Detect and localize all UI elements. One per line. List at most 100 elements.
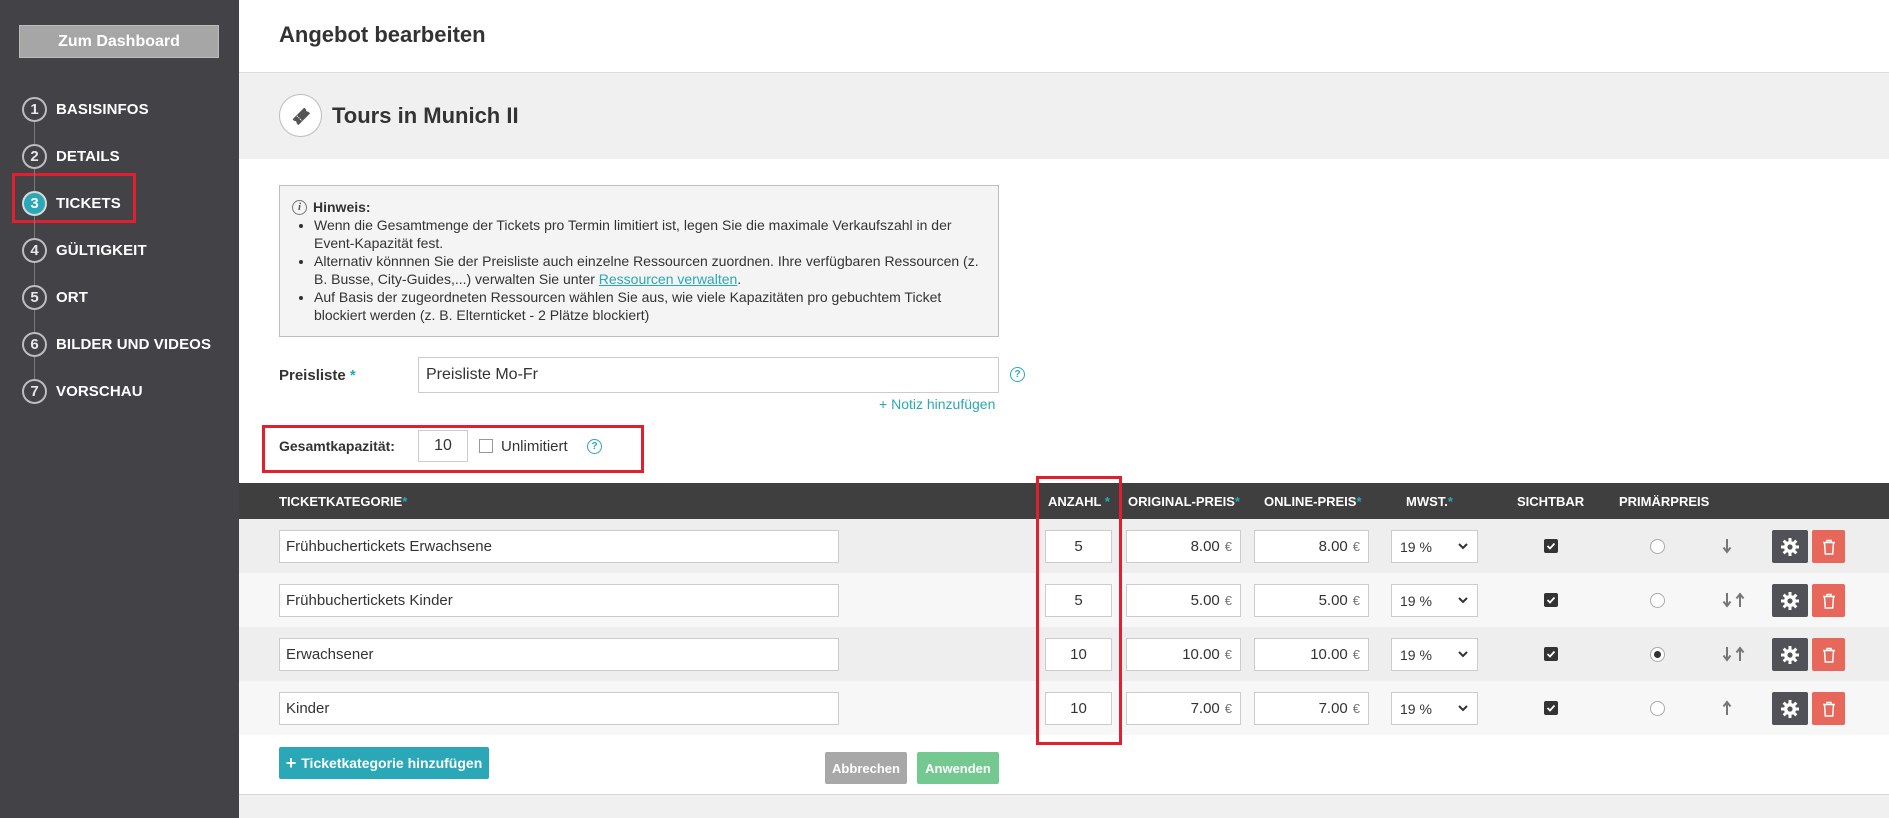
unlimited-label: Unlimitiert xyxy=(501,438,568,455)
required-mark: * xyxy=(1356,494,1362,509)
delete-button[interactable] xyxy=(1812,638,1845,671)
offer-heading: Tours in Munich II xyxy=(279,94,519,137)
price-value: 10.00 xyxy=(1310,646,1348,663)
category-input[interactable] xyxy=(279,692,839,725)
offer-title: Tours in Munich II xyxy=(332,102,519,128)
apply-button[interactable]: Anwenden xyxy=(917,752,999,784)
row-order-controls xyxy=(1722,587,1745,613)
primary-price-radio[interactable] xyxy=(1650,539,1665,554)
online-price-input[interactable]: 5.00 € xyxy=(1254,584,1369,617)
pricelist-input[interactable] xyxy=(418,357,999,393)
ressourcen-verwalten-link[interactable]: Ressourcen verwalten xyxy=(599,271,738,287)
online-price-input[interactable]: 8.00 € xyxy=(1254,530,1369,563)
header-text: ORIGINAL-PREIS xyxy=(1128,494,1235,509)
step-basisinfos[interactable]: 1 BASISINFOS xyxy=(0,86,239,133)
primary-price-radio[interactable] xyxy=(1650,701,1665,716)
add-ticket-category-button[interactable]: + Ticketkategorie hinzufügen xyxy=(279,747,489,779)
arrow-down-icon[interactable] xyxy=(1722,592,1732,608)
visible-checkbox[interactable] xyxy=(1544,593,1558,607)
delete-button[interactable] xyxy=(1812,584,1845,617)
help-icon[interactable]: ? xyxy=(587,439,602,454)
primary-price-radio[interactable] xyxy=(1650,647,1665,662)
step-vorschau[interactable]: 7 VORSCHAU xyxy=(0,368,239,415)
step-label: BASISINFOS xyxy=(56,101,149,118)
hint-text: . xyxy=(737,271,742,287)
online-price-input[interactable]: 10.00 € xyxy=(1254,638,1369,671)
step-ort[interactable]: 5 ORT xyxy=(0,274,239,321)
hint-item: Wenn die Gesamtmenge der Tickets pro Ter… xyxy=(314,216,986,252)
cancel-button[interactable]: Abbrechen xyxy=(825,752,907,784)
settings-button[interactable] xyxy=(1772,638,1808,671)
price-value: 5.00 xyxy=(1190,592,1220,609)
arrow-up-icon[interactable] xyxy=(1735,646,1745,662)
header-text: MWST. xyxy=(1406,494,1448,509)
step-number: 6 xyxy=(22,332,47,357)
hint-header: i Hinweis: xyxy=(292,198,986,216)
arrow-up-icon[interactable] xyxy=(1735,592,1745,608)
header-category: TICKETKATEGORIE* xyxy=(279,494,407,509)
required-mark: * xyxy=(1234,494,1240,509)
category-input[interactable] xyxy=(279,584,839,617)
gear-icon xyxy=(1781,645,1799,664)
vat-select[interactable]: 19 % xyxy=(1391,638,1478,671)
settings-button[interactable] xyxy=(1772,692,1808,725)
settings-button[interactable] xyxy=(1772,584,1808,617)
visible-checkbox[interactable] xyxy=(1544,647,1558,661)
step-number: 1 xyxy=(22,97,47,122)
settings-button[interactable] xyxy=(1772,530,1808,563)
currency-symbol: € xyxy=(1352,593,1360,608)
price-value: 8.00 xyxy=(1318,538,1348,555)
currency-symbol: € xyxy=(1352,647,1360,662)
add-note-link[interactable]: + Notiz hinzufügen xyxy=(879,396,995,412)
gear-icon xyxy=(1781,591,1799,610)
arrow-up-icon[interactable] xyxy=(1722,700,1732,716)
help-icon[interactable]: ? xyxy=(1010,367,1025,382)
dashboard-button[interactable]: Zum Dashboard xyxy=(19,25,219,58)
original-price-input[interactable]: 8.00 € xyxy=(1126,530,1241,563)
original-price-input[interactable]: 7.00 € xyxy=(1126,692,1241,725)
step-number: 3 xyxy=(22,191,47,216)
pricelist-label: Preisliste * xyxy=(279,367,356,384)
step-gueltigkeit[interactable]: 4 GÜLTIGKEIT xyxy=(0,227,239,274)
vat-select[interactable]: 19 % xyxy=(1391,584,1478,617)
hint-title: Hinweis: xyxy=(313,199,371,215)
vat-select[interactable]: 19 % xyxy=(1391,692,1478,725)
vat-value: 19 % xyxy=(1400,538,1432,555)
currency-symbol: € xyxy=(1224,539,1232,554)
capacity-input[interactable] xyxy=(418,430,468,462)
vat-value: 19 % xyxy=(1400,646,1432,663)
visible-checkbox[interactable] xyxy=(1544,701,1558,715)
plus-icon: + xyxy=(285,752,297,773)
category-input[interactable] xyxy=(279,530,839,563)
category-input[interactable] xyxy=(279,638,839,671)
primary-price-radio[interactable] xyxy=(1650,593,1665,608)
currency-symbol: € xyxy=(1224,647,1232,662)
header-online-price: ONLINE-PREIS* xyxy=(1264,494,1362,509)
unlimited-checkbox[interactable] xyxy=(479,439,493,453)
original-price-input[interactable]: 5.00 € xyxy=(1126,584,1241,617)
delete-button[interactable] xyxy=(1812,692,1845,725)
delete-button[interactable] xyxy=(1812,530,1845,563)
arrow-down-icon[interactable] xyxy=(1722,646,1732,662)
required-mark: * xyxy=(1447,494,1453,509)
currency-symbol: € xyxy=(1352,539,1360,554)
hint-item: Alternativ könnnen Sie der Preisliste au… xyxy=(314,252,986,288)
add-note-label: Notiz hinzufügen xyxy=(891,396,996,412)
plus-icon: + xyxy=(879,396,888,412)
online-price-input[interactable]: 7.00 € xyxy=(1254,692,1369,725)
header-text: ONLINE-PREIS xyxy=(1264,494,1357,509)
ticket-icon xyxy=(279,94,322,137)
vat-select[interactable]: 19 % xyxy=(1391,530,1478,563)
arrow-down-icon[interactable] xyxy=(1722,538,1732,554)
trash-icon xyxy=(1822,539,1835,555)
step-bilder-und-videos[interactable]: 6 BILDER UND VIDEOS xyxy=(0,321,239,368)
chevron-down-icon xyxy=(1458,543,1468,550)
row-order-controls xyxy=(1722,695,1732,721)
visible-checkbox[interactable] xyxy=(1544,539,1558,553)
chevron-down-icon xyxy=(1458,705,1468,712)
add-ticket-category-label: Ticketkategorie hinzufügen xyxy=(301,755,483,771)
original-price-input[interactable]: 10.00 € xyxy=(1126,638,1241,671)
step-number: 5 xyxy=(22,285,47,310)
step-label: BILDER UND VIDEOS xyxy=(56,336,212,353)
pricelist-label-text: Preisliste xyxy=(279,367,346,384)
